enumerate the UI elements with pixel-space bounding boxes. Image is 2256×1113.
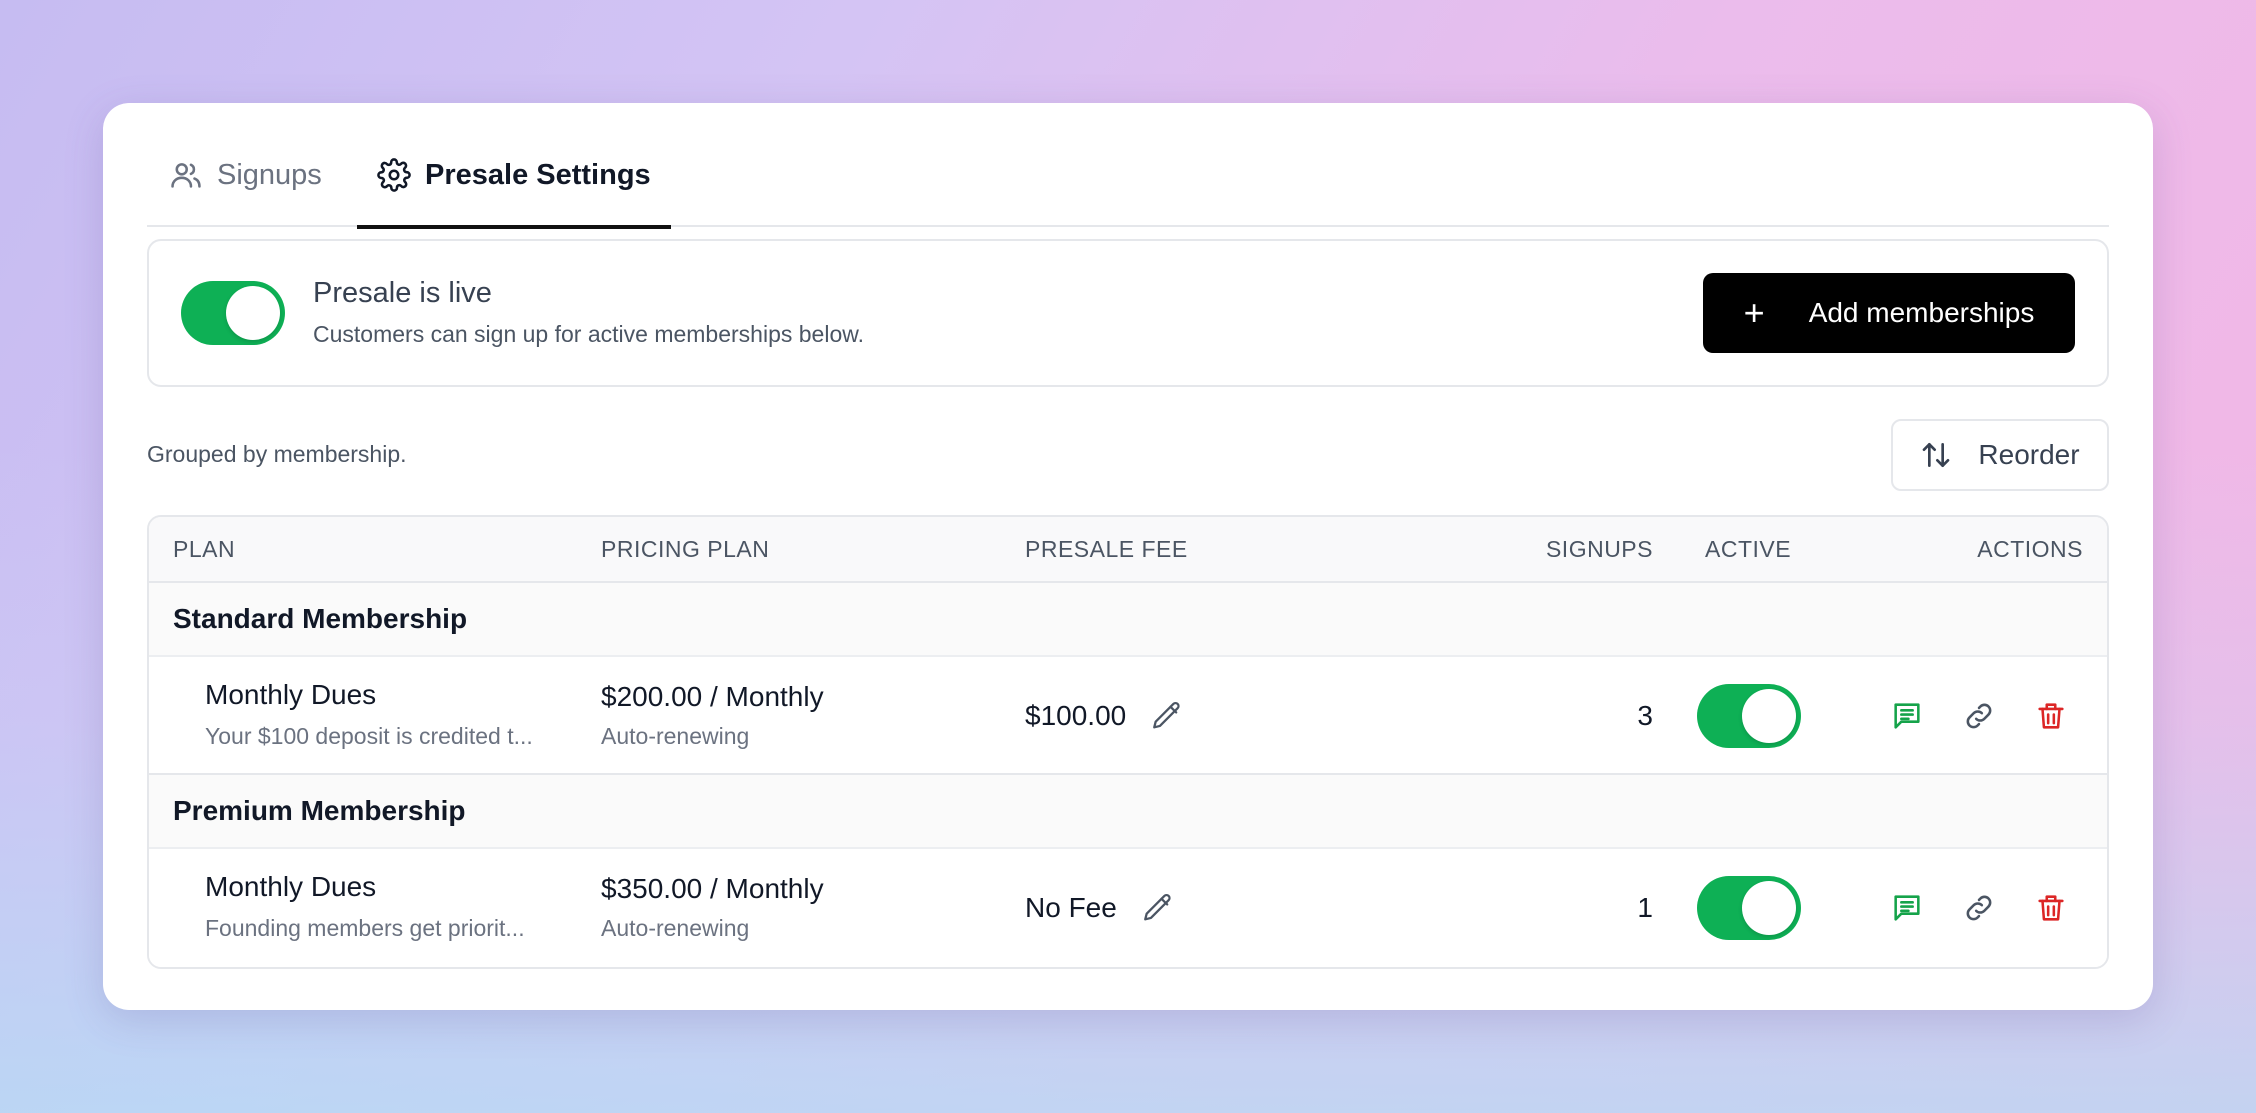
plus-icon: + [1743, 292, 1765, 333]
delete-button[interactable] [2031, 696, 2071, 736]
message-icon [1894, 703, 1920, 729]
tab-signups-label: Signups [217, 158, 322, 191]
presale-fee-value: $100.00 [1025, 700, 1127, 731]
grouping-note: Grouped by membership. [147, 441, 407, 467]
active-tab-indicator [357, 225, 671, 229]
toggle-knob [1742, 881, 1796, 935]
renewal-status: Auto-renewing [601, 723, 750, 749]
sort-arrows-icon [1923, 443, 1950, 467]
copy-link-button[interactable] [1959, 888, 1999, 928]
pencil-icon[interactable] [1141, 891, 1175, 925]
row-actions [1887, 657, 2103, 775]
link-icon [1966, 895, 1992, 921]
table-row: Monthly Dues Your $100 deposit is credit… [149, 657, 2107, 775]
pricing-plan: $200.00 / Monthly [601, 681, 824, 712]
memberships-table: PLAN PRICING PLAN PRESALE FEE SIGNUPS AC… [147, 515, 2109, 969]
presale-status-description: Customers can sign up for active members… [313, 321, 864, 347]
tab-presale-settings-label: Presale Settings [425, 158, 651, 191]
reorder-label: Reorder [1978, 439, 2080, 470]
delete-button[interactable] [2031, 888, 2071, 928]
plan-name: Monthly Dues [205, 871, 377, 902]
header-actions: ACTIONS [1977, 536, 2083, 562]
presale-status-panel: Presale is live Customers can sign up fo… [147, 239, 2109, 387]
header-active: ACTIVE [1705, 536, 1792, 562]
presale-fee: $100.00 [1025, 657, 1184, 775]
trash-icon [2038, 895, 2064, 921]
message-button[interactable] [1887, 888, 1927, 928]
active-toggle[interactable] [1697, 684, 1801, 748]
renewal-status: Auto-renewing [601, 915, 750, 941]
add-memberships-button[interactable]: + Add memberships [1703, 273, 2075, 353]
header-presale-fee: PRESALE FEE [1025, 536, 1188, 562]
plan-description: Founding members get priorit... [205, 915, 525, 941]
users-icon [171, 163, 201, 188]
presale-status-title: Presale is live [313, 277, 492, 309]
group-name: Premium Membership [173, 795, 466, 826]
gear-icon [377, 158, 411, 192]
plan-description: Your $100 deposit is credited t... [205, 723, 533, 749]
reorder-button[interactable]: Reorder [1891, 419, 2109, 491]
table-header: PLAN PRICING PLAN PRESALE FEE SIGNUPS AC… [149, 517, 2107, 583]
copy-link-button[interactable] [1959, 696, 1999, 736]
presale-settings-card: Signups Presale Settings Presale is live… [103, 103, 2153, 1010]
link-icon [1966, 703, 1992, 729]
header-signups: SIGNUPS [1545, 536, 1653, 562]
group-name: Standard Membership [173, 603, 468, 634]
pencil-icon[interactable] [1150, 699, 1184, 733]
row-actions [1887, 849, 2103, 967]
header-plan: PLAN [173, 536, 236, 562]
table-row: Monthly Dues Founding members get priori… [149, 849, 2107, 967]
trash-icon [2038, 703, 2064, 729]
pricing-plan: $350.00 / Monthly [601, 873, 824, 904]
toggle-knob [226, 286, 280, 340]
tab-presale-settings[interactable]: Presale Settings [357, 123, 671, 229]
header-pricing-plan: PRICING PLAN [601, 536, 770, 562]
toggle-knob [1742, 689, 1796, 743]
active-toggle[interactable] [1697, 876, 1801, 940]
group-row-standard: Standard Membership [149, 583, 2107, 657]
plan-name: Monthly Dues [205, 679, 377, 710]
tab-bar: Signups Presale Settings [147, 123, 2109, 229]
signups-count: 1 [1637, 892, 1653, 923]
signups-count: 3 [1637, 700, 1653, 731]
message-icon [1894, 895, 1920, 921]
tab-signups[interactable]: Signups [169, 123, 322, 227]
presale-fee-value: No Fee [1025, 892, 1117, 923]
presale-live-toggle[interactable] [181, 281, 285, 345]
add-memberships-label: Add memberships [1808, 297, 2035, 328]
presale-fee: No Fee [1025, 849, 1175, 967]
message-button[interactable] [1887, 696, 1927, 736]
group-row-premium: Premium Membership [149, 775, 2107, 849]
